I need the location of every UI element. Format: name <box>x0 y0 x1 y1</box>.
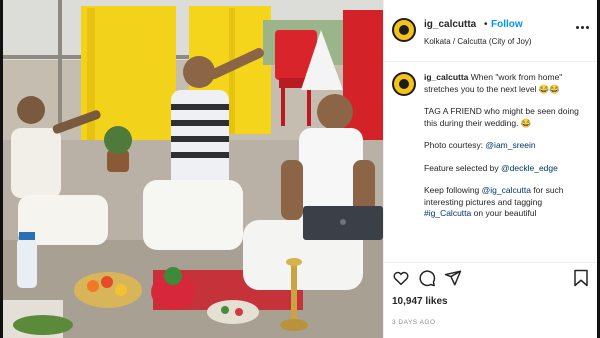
bookmark-icon[interactable] <box>572 269 590 287</box>
hashtag-link[interactable]: #ig_Calcutta <box>424 208 471 218</box>
photo-illustration <box>3 0 383 338</box>
mention-photographer[interactable]: @iam_sreein <box>485 140 535 150</box>
likes-count[interactable]: 10,947 likes <box>392 296 448 307</box>
instagram-post-embed: ig_calcutta • Follow Kolkata / Calcutta … <box>0 0 600 338</box>
post-actions <box>384 262 598 292</box>
heart-icon[interactable] <box>392 269 410 287</box>
header-username[interactable]: ig_calcutta <box>424 19 476 30</box>
caption-username[interactable]: ig_calcutta <box>424 72 468 82</box>
share-icon[interactable] <box>444 269 462 287</box>
mention-account[interactable]: @ig_calcutta <box>482 185 531 195</box>
caption-line-4-prefix: Feature selected by <box>424 162 502 173</box>
post-caption: ig_calcutta When "work from home" stretc… <box>384 62 598 262</box>
caption-line-5-prefix: Keep following <box>424 185 482 195</box>
follow-button[interactable]: Follow <box>491 19 523 30</box>
comment-icon[interactable] <box>418 269 436 287</box>
profile-avatar[interactable] <box>392 18 416 42</box>
mention-feature[interactable]: @deckle_edge <box>501 163 558 173</box>
caption-text: ig_calcutta When "work from home" stretc… <box>424 72 590 231</box>
caption-line-3-prefix: Photo courtesy: <box>424 140 486 150</box>
more-options-icon[interactable] <box>576 23 590 33</box>
caption-line-2: TAG A FRIEND who might be seen doing thi… <box>424 106 579 128</box>
post-header: ig_calcutta • Follow Kolkata / Calcutta … <box>384 0 598 62</box>
caption-line-5-suffix: on your beautiful <box>471 208 537 218</box>
header-separator: • <box>484 19 488 30</box>
post-photo[interactable] <box>3 0 383 338</box>
post-date[interactable]: 3 DAYS AGO <box>392 319 436 326</box>
post-details-pane: ig_calcutta • Follow Kolkata / Calcutta … <box>383 0 598 338</box>
location-link[interactable]: Kolkata / Calcutta (City of Joy) <box>424 37 532 46</box>
caption-avatar[interactable] <box>392 72 416 96</box>
